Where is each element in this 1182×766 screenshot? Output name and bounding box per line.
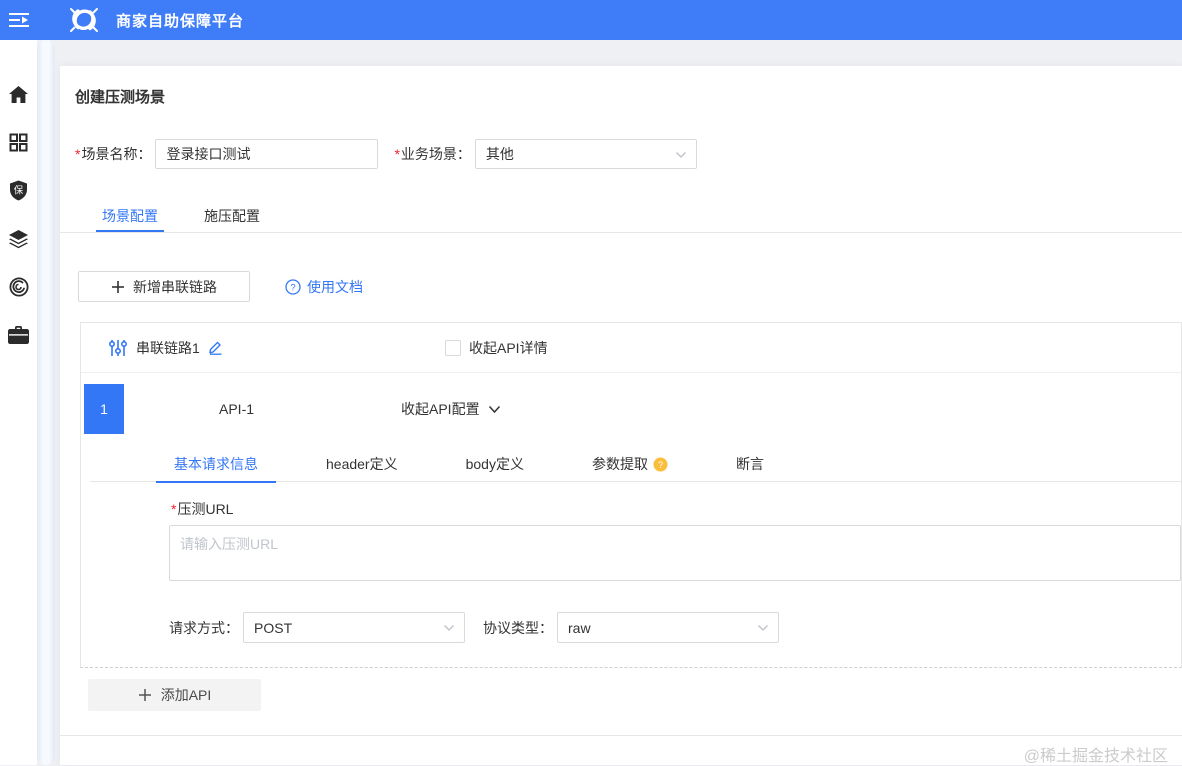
question-circle-icon: ? <box>285 278 301 295</box>
api-index-badge: 1 <box>84 384 124 434</box>
api-name: API-1 <box>219 401 255 417</box>
required-mark: * <box>75 146 81 162</box>
add-chain-button[interactable]: 新增串联链路 <box>78 271 250 302</box>
required-mark: * <box>171 501 177 517</box>
protocol-label: 协议类型： <box>483 619 553 636</box>
required-mark: * <box>394 146 400 162</box>
sidebar-item-transactions[interactable] <box>7 276 31 297</box>
layers-icon <box>8 229 29 249</box>
api-tabs: 基本请求信息 header定义 body定义 参数提取 ? 断言 <box>90 446 1181 483</box>
svg-text:?: ? <box>658 460 663 470</box>
chain-body: 1 API-1 收起API配置 基本请求信息 header定义 body定义 参… <box>81 373 1181 667</box>
tab-basic-request-info[interactable]: 基本请求信息 <box>156 446 276 483</box>
chain-header: 串联链路1 收起API详情 <box>81 323 1181 373</box>
sidebar-item-apps[interactable] <box>7 132 31 153</box>
plus-icon <box>138 688 152 702</box>
edit-icon[interactable] <box>208 340 223 355</box>
docs-label: 使用文档 <box>307 278 363 295</box>
menu-collapse-icon[interactable] <box>0 0 38 40</box>
plus-icon <box>111 280 125 294</box>
coin-icon <box>8 276 29 297</box>
chevron-down-icon <box>488 405 501 414</box>
chevron-down-icon <box>443 624 455 632</box>
tab-param-extract[interactable]: 参数提取 ? <box>574 446 686 482</box>
collapse-config-label: 收起API配置 <box>401 401 480 417</box>
chain-panel: 串联链路1 收起API详情 1 API-1 收起API配置 基本请求信息 hea… <box>80 322 1182 668</box>
question-circle-orange-icon: ? <box>653 457 668 472</box>
sidebar: 保 <box>0 40 37 765</box>
shield-icon: 保 <box>9 180 28 201</box>
collapse-detail-label: 收起API详情 <box>469 340 548 356</box>
chevron-down-icon <box>757 624 769 632</box>
collapse-config-toggle[interactable]: 收起API配置 <box>401 384 501 434</box>
url-field-label: *压测URL <box>171 501 234 517</box>
business-scenario-label: *业务场景： <box>394 146 471 162</box>
collapse-detail-checkbox[interactable] <box>445 340 461 356</box>
sidebar-item-home[interactable] <box>7 84 31 105</box>
docs-link[interactable]: ? 使用文档 <box>285 277 363 297</box>
add-chain-label: 新增串联链路 <box>133 278 217 295</box>
sidebar-item-protection[interactable]: 保 <box>7 180 31 201</box>
chevron-down-icon <box>675 151 687 159</box>
url-input[interactable] <box>169 525 1181 581</box>
sidebar-item-business[interactable] <box>7 324 31 345</box>
grid-icon <box>9 133 28 152</box>
tab-assertion[interactable]: 断言 <box>718 446 782 482</box>
tab-header-define[interactable]: header定义 <box>308 446 416 482</box>
main-panel: 创建压测场景 *场景名称： *业务场景： 其他 场景配置 施压配置 <box>60 66 1182 765</box>
add-api-button[interactable]: 添加API <box>88 679 261 711</box>
briefcase-icon <box>8 325 29 344</box>
app-title: 商家自助保障平台 <box>116 12 245 30</box>
app-logo-icon <box>58 3 110 37</box>
scenario-form-row: *场景名称： *业务场景： 其他 <box>75 139 697 169</box>
tab-pressure-config[interactable]: 施压配置 <box>202 200 262 232</box>
home-icon <box>8 85 29 105</box>
page-title: 创建压测场景 <box>75 89 166 106</box>
add-api-label: 添加API <box>160 687 212 703</box>
toolbar: 新增串联链路 ? 使用文档 <box>78 271 363 302</box>
method-value: POST <box>254 619 293 636</box>
app-header: 商家自助保障平台 <box>0 0 1182 40</box>
tab-scene-config[interactable]: 场景配置 <box>96 200 164 232</box>
sliders-icon <box>108 339 128 357</box>
tab-body-define[interactable]: body定义 <box>448 446 542 482</box>
vertical-scrollbar[interactable] <box>37 40 55 765</box>
collapse-detail-control: 收起API详情 <box>445 323 548 373</box>
business-scenario-select[interactable]: 其他 <box>474 139 697 169</box>
method-protocol-row: 请求方式： POST 协议类型： raw <box>169 612 779 643</box>
method-label: 请求方式： <box>169 619 239 636</box>
shield-char: 保 <box>14 185 24 197</box>
footer-divider <box>60 735 1182 736</box>
protocol-select[interactable]: raw <box>557 612 779 643</box>
svg-text:?: ? <box>290 282 295 293</box>
main-tabs: 场景配置 施压配置 <box>60 200 1182 233</box>
business-scenario-value: 其他 <box>485 146 514 162</box>
scenario-name-input[interactable] <box>155 139 379 169</box>
protocol-value: raw <box>568 619 591 636</box>
scenario-name-label: *场景名称： <box>75 146 152 162</box>
watermark: @稀土掘金技术社区 <box>1023 748 1168 765</box>
chain-title: 串联链路1 <box>136 339 200 356</box>
method-select[interactable]: POST <box>243 612 465 643</box>
sidebar-item-layers[interactable] <box>7 228 31 249</box>
